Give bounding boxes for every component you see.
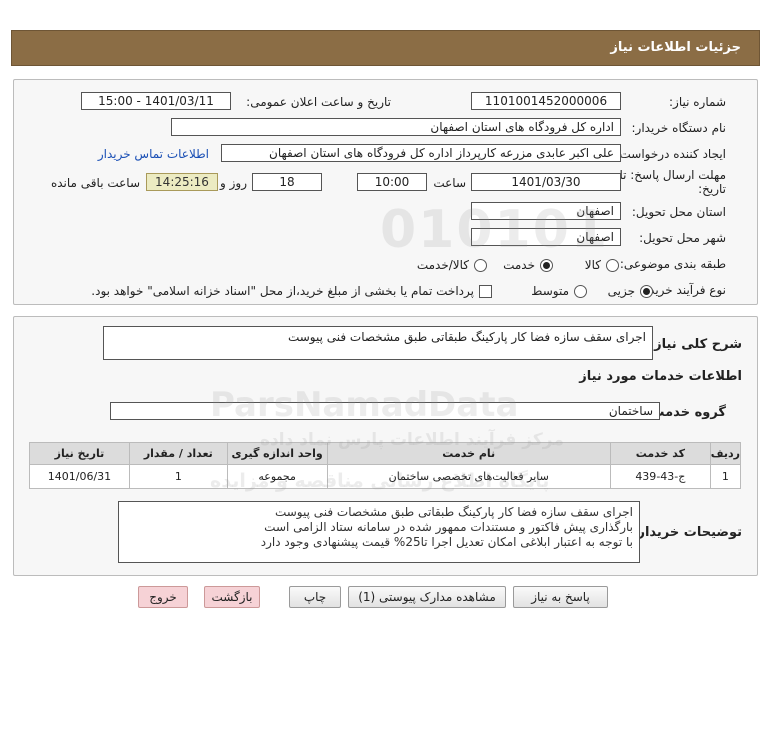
creator-label: ایجاد کننده درخواست: (615, 147, 726, 161)
process-option-medium[interactable]: متوسط (531, 282, 587, 300)
city-field[interactable]: اصفهان (471, 228, 621, 246)
deadline-date-label: تاریخ: (698, 182, 726, 196)
process-minor-label: جزیی (607, 284, 635, 298)
exit-button[interactable]: خروج (138, 586, 188, 608)
col-row-header: ردیف (709, 442, 742, 465)
process-medium-radio[interactable] (574, 284, 587, 298)
announce-datetime-field[interactable]: 1401/03/11 - 15:00 (81, 92, 231, 110)
buyer-notes-label: توضیحات خریدار: (632, 525, 742, 540)
category-option-goods[interactable]: کالا (585, 256, 619, 274)
page-title: جزئیات اطلاعات نیاز (610, 40, 741, 55)
treasury-payment-option[interactable]: پرداخت تمام یا بخشی از مبلغ خرید،از محل … (91, 282, 492, 300)
cell-row-number: 1 (709, 464, 742, 489)
cell-service-name: سایر فعالیت‌های تخصصی ساختمان (326, 464, 611, 489)
category-goods-label: کالا (584, 258, 601, 272)
col-quantity-header: تعداد / مقدار (128, 442, 228, 465)
details-panel: شرح کلی نیاز: اجرای سقف سازه فضا کار پار… (13, 316, 758, 576)
need-number-field[interactable]: 1101001452000006 (471, 92, 621, 110)
print-button[interactable]: چاپ (289, 586, 341, 608)
buyer-notes-field[interactable]: اجرای سقف سازه فضا کار پارکینگ طبقاتی طب… (118, 501, 640, 563)
cell-service-code: ج-43-439 (609, 464, 711, 489)
buyer-label: نام دستگاه خریدار: (631, 121, 727, 135)
province-label: استان محل تحویل: (631, 205, 726, 219)
view-attachments-button[interactable]: مشاهده مدارک پیوستی (1) (348, 586, 506, 608)
table-header-row: ردیف کد خدمت نام خدمت واحد اندازه گیری ت… (29, 442, 742, 465)
buyer-field[interactable]: اداره کل فرودگاه های استان اصفهان (171, 118, 621, 136)
need-number-label: شماره نیاز: (669, 95, 726, 109)
category-service-radio[interactable] (540, 258, 553, 272)
summary-field[interactable]: اجرای سقف سازه فضا کار پارکینگ طبقاتی طب… (103, 326, 653, 360)
cell-quantity: 1 (128, 464, 228, 489)
category-option-service[interactable]: خدمت (503, 256, 553, 274)
creator-field[interactable]: علی اکبر عابدی مزرعه کارپرداز اداره کل ف… (221, 144, 621, 162)
buyer-notes-line: بارگذاری پیش فاکتور و مستندات ممهور شده … (264, 520, 633, 534)
days-label: روز و (220, 176, 247, 190)
deadline-time-field[interactable]: 10:00 (357, 173, 427, 191)
col-unit-header: واحد اندازه گیری (226, 442, 328, 465)
remaining-time-counter: 14:25:16 (146, 173, 218, 191)
deadline-time-label: ساعت (433, 176, 466, 190)
buyer-notes-line: اجرای سقف سازه فضا کار پارکینگ طبقاتی طب… (274, 505, 633, 519)
deadline-date-field[interactable]: 1401/03/30 (471, 173, 621, 191)
city-label: شهر محل تحویل: (639, 231, 726, 245)
services-heading: اطلاعات خدمات مورد نیاز (579, 369, 742, 384)
service-group-field[interactable]: ساختمان (110, 402, 660, 420)
cell-need-date: 1401/06/31 (29, 464, 130, 489)
process-medium-label: متوسط (531, 284, 569, 298)
process-label: نوع فرآیند خرید : (641, 283, 726, 297)
page-header: جزئیات اطلاعات نیاز (11, 30, 760, 66)
back-button[interactable]: بازگشت (204, 586, 260, 608)
col-service-name-header: نام خدمت (326, 442, 611, 465)
category-goods-service-label: کالا/خدمت (416, 258, 469, 272)
buyer-contact-link[interactable]: اطلاعات تماس خریدار (98, 147, 209, 161)
treasury-payment-label: پرداخت تمام یا بخشی از مبلغ خرید،از محل … (91, 284, 474, 298)
category-label: طبقه بندی موضوعی: (619, 257, 726, 271)
reply-button[interactable]: پاسخ به نیاز (513, 586, 608, 608)
category-goods-service-radio[interactable] (474, 258, 487, 272)
col-service-code-header: کد خدمت (609, 442, 711, 465)
category-option-goods-service[interactable]: کالا/خدمت (417, 256, 487, 274)
province-field[interactable]: اصفهان (471, 202, 621, 220)
category-service-label: خدمت (503, 258, 535, 272)
category-goods-radio[interactable] (606, 258, 619, 272)
summary-label: شرح کلی نیاز: (648, 337, 742, 352)
treasury-payment-checkbox[interactable] (479, 284, 492, 298)
col-need-date-header: تاریخ نیاز (29, 442, 130, 465)
process-minor-radio[interactable] (640, 284, 653, 298)
cell-unit: مجموعه (226, 464, 328, 489)
services-table: ردیف کد خدمت نام خدمت واحد اندازه گیری ت… (29, 442, 742, 489)
deadline-label: مهلت ارسال پاسخ: تا (619, 168, 726, 182)
days-remaining-field[interactable]: 18 (252, 173, 322, 191)
process-option-minor[interactable]: جزیی (608, 282, 653, 300)
general-info-panel: شماره نیاز: 1101001452000006 تاریخ و ساع… (13, 79, 758, 305)
buyer-notes-line: با توجه به اعتبار ابلاغی امکان تعدیل اجر… (260, 535, 633, 549)
table-row[interactable]: 1 ج-43-439 سایر فعالیت‌های تخصصی ساختمان… (29, 464, 742, 489)
remaining-time-label: ساعت باقی مانده (50, 176, 140, 190)
announce-label: تاریخ و ساعت اعلان عمومی: (246, 95, 391, 109)
